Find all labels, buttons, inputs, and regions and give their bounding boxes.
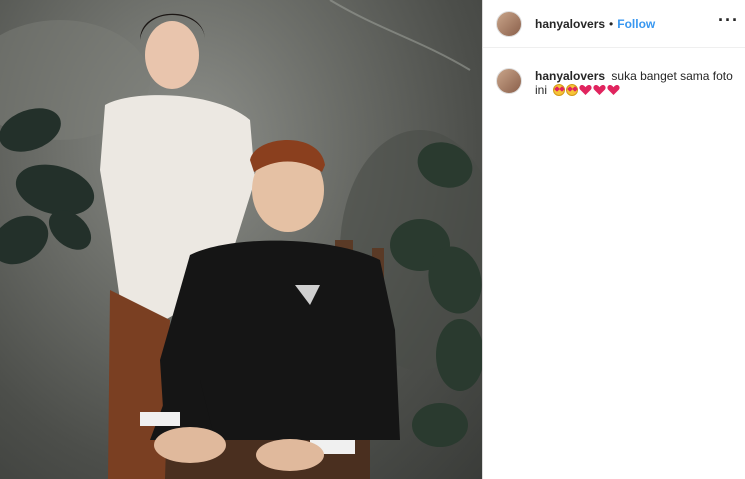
separator-dot: • [609,16,614,31]
follow-button[interactable]: Follow [617,17,655,31]
commenter-username[interactable]: hanyalovers [535,69,605,83]
caption-comment: hanyalovers suka banget sama foto ini [496,68,736,97]
couple-photo-image [0,0,482,479]
heart-eyes-emoji-icon [566,84,579,96]
comment-emojis [553,84,620,96]
author-avatar[interactable] [496,10,522,37]
heart-eyes-emoji-icon [553,84,566,96]
red-heart-emoji-icon [593,84,606,96]
post-photo[interactable] [0,0,482,479]
more-options-icon[interactable]: ··· [718,10,739,31]
red-heart-emoji-icon [579,84,592,96]
post-side-panel: hanyalovers • Follow ··· hanyalovers suk… [483,0,745,479]
comment-body: hanyalovers suka banget sama foto ini [535,68,736,97]
red-heart-emoji-icon [607,84,620,96]
post-header: hanyalovers • Follow ··· [483,0,745,48]
commenter-avatar[interactable] [496,68,522,94]
author-username[interactable]: hanyalovers [535,17,605,31]
